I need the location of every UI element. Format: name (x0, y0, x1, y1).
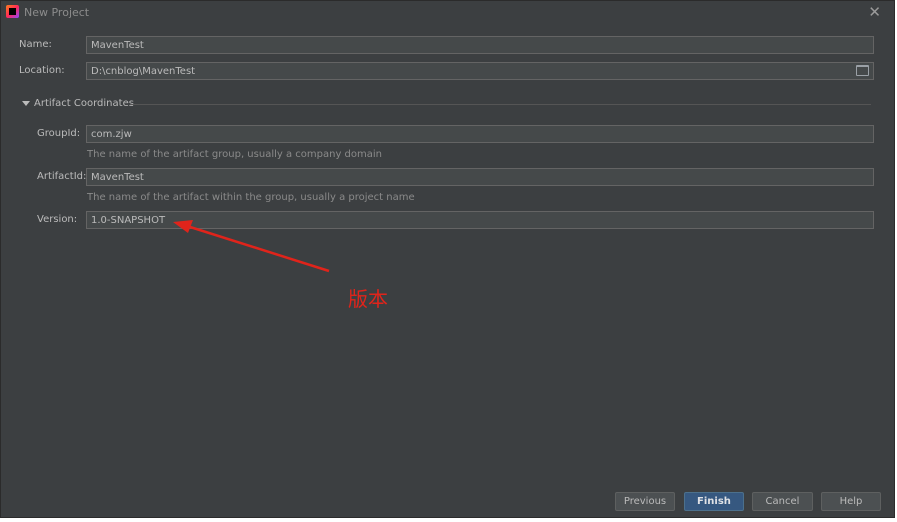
version-label: Version: (37, 214, 78, 225)
location-field[interactable] (86, 62, 874, 80)
artifactid-field[interactable] (86, 168, 874, 186)
close-icon[interactable]: ✕ (868, 3, 881, 21)
groupid-hint: The name of the artifact group, usually … (87, 149, 382, 160)
dialog-title: New Project (24, 6, 90, 19)
finish-button[interactable]: Finish (684, 492, 744, 511)
name-field[interactable] (86, 36, 874, 54)
help-button[interactable]: Help (821, 492, 881, 511)
previous-button[interactable]: Previous (615, 492, 675, 511)
artifactid-label: ArtifactId: (37, 171, 87, 182)
folder-icon[interactable] (856, 65, 869, 76)
title-bar: New Project ✕ (1, 1, 894, 25)
location-label: Location: (19, 65, 65, 76)
location-field-wrapper (86, 62, 874, 80)
triangle-down-icon[interactable] (22, 101, 30, 106)
name-label: Name: (19, 39, 52, 50)
new-project-dialog: New Project ✕ Name: Location: Artifact C… (0, 0, 895, 518)
groupid-label: GroupId: (37, 128, 81, 139)
artifact-coordinates-toggle[interactable]: Artifact Coordinates (34, 98, 134, 109)
groupid-field[interactable] (86, 125, 874, 143)
version-field[interactable] (86, 211, 874, 229)
cancel-button[interactable]: Cancel (752, 492, 813, 511)
version-annotation: 版本 (348, 287, 388, 311)
annotation-arrow-line (186, 224, 330, 273)
artifactid-hint: The name of the artifact within the grou… (87, 192, 415, 203)
section-divider (130, 104, 871, 105)
intellij-idea-icon (6, 5, 19, 18)
